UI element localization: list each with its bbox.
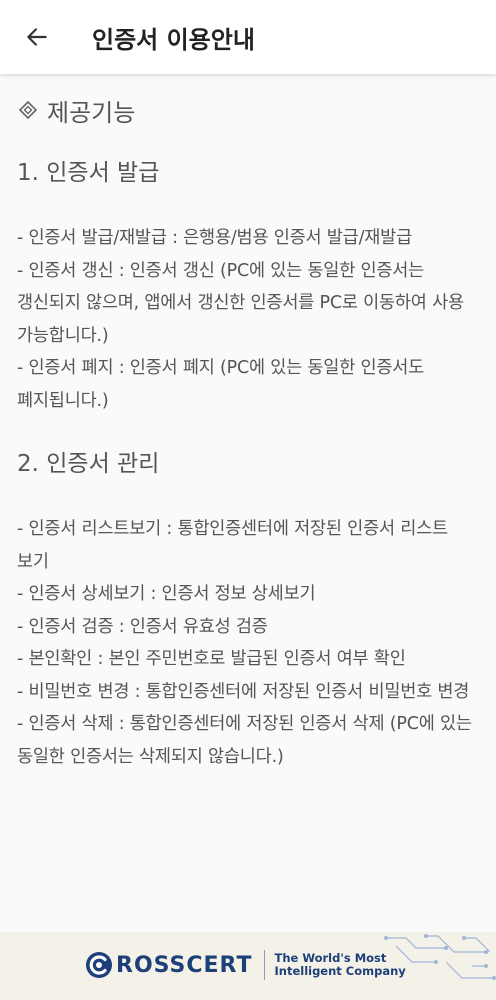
- crosscert-c-icon: [86, 952, 112, 978]
- section-title-text: 제공기능: [47, 98, 136, 127]
- section-title: 제공기능: [17, 94, 480, 127]
- tagline-line2: Intelligent Company: [274, 964, 406, 978]
- list-item: - 인증서 삭제 : 통합인증센터에 저장된 인증서 삭제 (PC에 있는 동일…: [17, 714, 472, 767]
- list-item: - 비밀번호 변경 : 통합인증센터에 저장된 인증서 비밀번호 변경: [17, 681, 470, 702]
- tagline: The World's Most Intelligent Company: [274, 952, 405, 978]
- list-item: - 인증서 발급/재발급 : 은행용/범용 인증서 발급/재발급: [17, 228, 412, 248]
- list-item: - 인증서 리스트보기 : 통합인증센터에 저장된 인증서 리스트 보기: [17, 519, 448, 572]
- page-title: 인증서 이용안내: [92, 25, 255, 54]
- logo-divider: [264, 950, 266, 980]
- list-item: - 인증서 상세보기 : 인증서 정보 상세보기: [17, 584, 316, 604]
- group-heading-manage: 2. 인증서 관리: [17, 451, 160, 477]
- list-item: - 인증서 검증 : 인증서 유효성 검증: [17, 616, 268, 637]
- app-bar: 인증서 이용안내: [0, 0, 496, 74]
- guide-content[interactable]: 제공기능 1. 인증서 발급 - 인증서 발급/재발급 : 은행용/범용 인증서…: [0, 74, 496, 932]
- issue-list: - 인증서 발급/재발급 : 은행용/범용 인증서 발급/재발급 - 인증서 갱…: [17, 222, 482, 417]
- tagline-line1: The World's Most: [274, 951, 387, 965]
- group-heading-issue: 1. 인증서 발급: [17, 160, 160, 186]
- diamond-icon: [17, 99, 39, 121]
- manage-list: - 인증서 리스트보기 : 통합인증센터에 저장된 인증서 리스트 보기 - 인…: [17, 513, 482, 773]
- list-item: - 본인확인 : 본인 주민번호로 발급된 인증서 여부 확인: [17, 649, 406, 669]
- footer-banner: ROSSCERT The World's Most Intelligent Co…: [0, 932, 496, 1000]
- logo-text: ROSSCERT: [116, 952, 253, 978]
- list-item: - 인증서 갱신 : 인증서 갱신 (PC에 있는 동일한 인증서는 갱신되지 …: [17, 260, 464, 346]
- list-item: - 인증서 폐지 : 인증서 폐지 (PC에 있는 동일한 인증서도 폐지됩니다…: [17, 358, 425, 411]
- back-button[interactable]: [0, 0, 74, 74]
- arrow-left-icon: [27, 28, 47, 46]
- crosscert-logo: ROSSCERT The World's Most Intelligent Co…: [84, 950, 406, 980]
